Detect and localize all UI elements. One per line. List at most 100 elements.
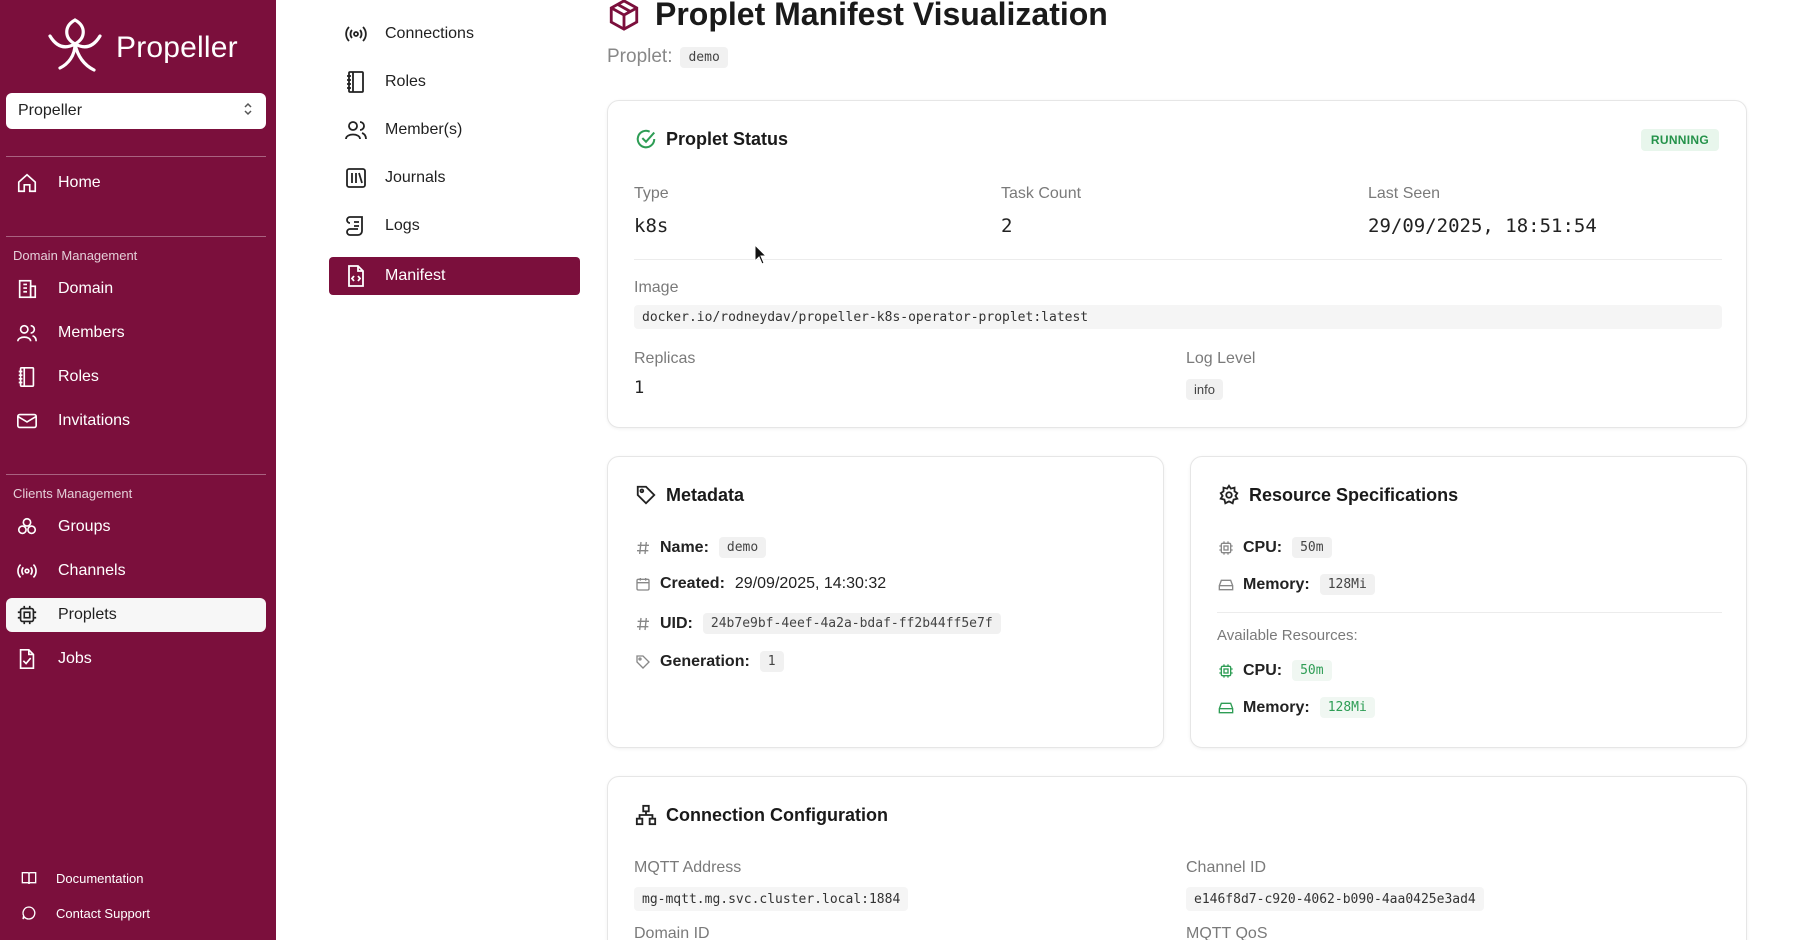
- notebook-icon: [343, 69, 369, 95]
- image-value: docker.io/rodneydav/propeller-k8s-operat…: [634, 305, 1722, 329]
- subnav-members[interactable]: Member(s): [329, 111, 580, 149]
- available-resources-label: Available Resources:: [1217, 627, 1358, 644]
- type-label: Type: [634, 185, 669, 202]
- sidebar-item-label: Contact Support: [56, 905, 150, 921]
- hash-icon: [634, 539, 652, 557]
- image-label: Image: [634, 279, 679, 296]
- subnav-label: Member(s): [385, 121, 463, 138]
- groups-icon: [14, 514, 40, 540]
- last-seen-value: 29/09/2025, 18:51:54: [1368, 215, 1597, 237]
- domain-select-value: Propeller: [18, 102, 83, 119]
- available-memory-row: Memory: 128Mi: [1217, 697, 1375, 718]
- sidebar-item-members[interactable]: Members: [6, 316, 266, 350]
- subnav-label: Roles: [385, 73, 426, 90]
- brand-name: Propeller: [116, 30, 238, 64]
- file-check-icon: [14, 646, 40, 672]
- broadcast-icon: [14, 558, 40, 584]
- status-card-title: Proplet Status: [634, 127, 788, 151]
- sidebar-item-label: Home: [58, 174, 101, 191]
- metadata-generation-value: 1: [759, 651, 784, 672]
- resources-card-title: Resource Specifications: [1217, 483, 1458, 507]
- metadata-created-value: 29/09/2025, 14:30:32: [734, 575, 887, 592]
- resource-memory-row: Memory: 128Mi: [1217, 574, 1375, 595]
- sidebar: Propeller Propeller Home Domain Manageme…: [0, 0, 276, 940]
- channel-id-label: Channel ID: [1186, 859, 1267, 876]
- sidebar-item-channels[interactable]: Channels: [6, 554, 266, 588]
- subnav-label: Logs: [385, 217, 420, 234]
- home-icon: [14, 170, 40, 196]
- metadata-uid-value: 24b7e9bf-4eef-4a2a-bdaf-ff2b44ff5e7f: [702, 613, 1001, 634]
- scroll-icon: [343, 213, 369, 239]
- page-title-text: Proplet Manifest Visualization: [655, 0, 1108, 32]
- mqtt-address-label: MQTT Address: [634, 859, 742, 876]
- sidebar-item-invitations[interactable]: Invitations: [6, 404, 266, 438]
- connection-configuration-card: Connection Configuration MQTT Address mg…: [607, 776, 1747, 940]
- package-icon: [607, 0, 643, 33]
- brand-logo[interactable]: Propeller: [42, 12, 238, 83]
- divider: [634, 259, 1722, 260]
- proplet-line: Proplet: demo: [607, 46, 728, 68]
- log-level-value: info: [1186, 379, 1223, 400]
- page-title: Proplet Manifest Visualization: [607, 0, 1108, 33]
- resource-cpu-row: CPU: 50m: [1217, 537, 1332, 558]
- sidebar-divider: [6, 236, 266, 237]
- tag-icon: [634, 653, 652, 671]
- hash-icon: [634, 615, 652, 633]
- available-cpu-row: CPU: 50m: [1217, 660, 1332, 681]
- status-badge: RUNNING: [1640, 129, 1719, 151]
- network-icon: [634, 803, 658, 827]
- sidebar-item-roles[interactable]: Roles: [6, 360, 266, 394]
- mail-icon: [14, 408, 40, 434]
- subnav-label: Connections: [385, 25, 474, 42]
- sidebar-item-home[interactable]: Home: [6, 166, 266, 200]
- subnav-manifest[interactable]: Manifest: [329, 257, 580, 295]
- sidebar-item-label: Jobs: [58, 650, 92, 667]
- library-icon: [343, 165, 369, 191]
- sidebar-item-label: Proplets: [58, 606, 117, 623]
- calendar-icon: [634, 575, 652, 593]
- subnav-connections[interactable]: Connections: [329, 15, 580, 53]
- metadata-generation-row: Generation: 1: [634, 651, 784, 672]
- sidebar-item-proplets[interactable]: Proplets: [6, 598, 266, 632]
- sidebar-item-documentation[interactable]: Documentation: [20, 869, 143, 887]
- sidebar-item-contact-support[interactable]: Contact Support: [20, 904, 150, 922]
- mqtt-address-value: mg-mqtt.mg.svc.cluster.local:1884: [634, 887, 909, 911]
- subnav-journals[interactable]: Journals: [329, 159, 580, 197]
- proplet-label: Proplet:: [607, 46, 673, 67]
- sidebar-divider: [6, 156, 266, 157]
- cpu-icon: [1217, 539, 1235, 557]
- cpu-icon: [14, 602, 40, 628]
- sidebar-item-label: Domain: [58, 280, 114, 297]
- resource-specifications-card: Resource Specifications CPU: 50m Memory:…: [1190, 456, 1747, 748]
- sidebar-item-groups[interactable]: Groups: [6, 510, 266, 544]
- metadata-card: Metadata Name: demo Created: 29/09/2025,…: [607, 456, 1164, 748]
- subnav-roles[interactable]: Roles: [329, 63, 580, 101]
- gear-icon: [1217, 483, 1241, 507]
- subnav-label: Journals: [385, 169, 446, 186]
- sidebar-divider: [6, 474, 266, 475]
- sidebar-item-label: Documentation: [56, 870, 144, 886]
- sidebar-item-label: Roles: [58, 368, 99, 385]
- metadata-uid-row: UID: 24b7e9bf-4eef-4a2a-bdaf-ff2b44ff5e7…: [634, 613, 1001, 634]
- domain-id-label: Domain ID: [634, 925, 710, 940]
- metadata-card-title: Metadata: [634, 483, 744, 507]
- cpu-icon: [1217, 662, 1235, 680]
- sidebar-item-jobs[interactable]: Jobs: [6, 642, 266, 676]
- subnav-logs[interactable]: Logs: [329, 207, 580, 245]
- metadata-created-row: Created: 29/09/2025, 14:30:32: [634, 575, 886, 593]
- users-icon: [343, 117, 369, 143]
- hard-drive-icon: [1217, 699, 1235, 717]
- task-count-value: 2: [1001, 215, 1013, 237]
- propeller-logo-icon: [42, 12, 108, 83]
- available-cpu-value: 50m: [1292, 660, 1332, 681]
- resource-cpu-value: 50m: [1292, 537, 1332, 558]
- resource-memory-value: 128Mi: [1319, 574, 1375, 595]
- task-count-label: Task Count: [1001, 185, 1082, 202]
- domain-select[interactable]: Propeller: [6, 93, 266, 129]
- mqtt-qos-label: MQTT QoS: [1186, 925, 1268, 940]
- section-label-domain: Domain Management: [13, 248, 138, 263]
- metadata-name-value: demo: [718, 537, 767, 558]
- log-level-label: Log Level: [1186, 350, 1256, 367]
- sidebar-item-domain[interactable]: Domain: [6, 272, 266, 306]
- book-icon: [20, 869, 38, 887]
